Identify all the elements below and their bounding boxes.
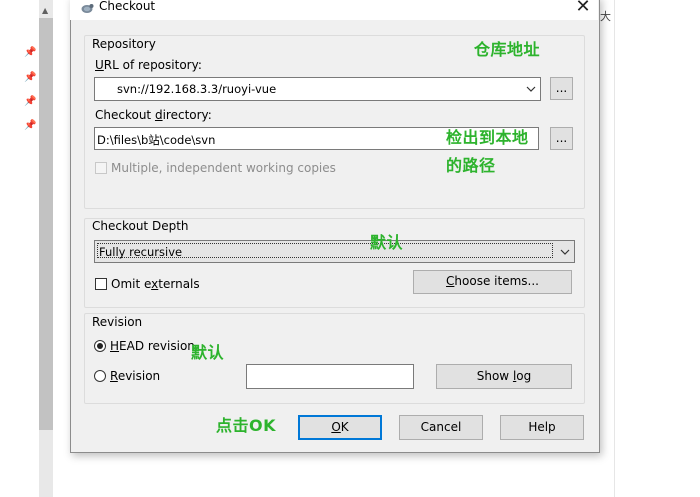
multiple-working-copies-label: Multiple, independent working copies: [111, 161, 336, 175]
choose-items-button[interactable]: Choose items...: [413, 270, 572, 294]
radio-selected-dot: [97, 343, 103, 349]
help-button[interactable]: Help: [500, 415, 584, 440]
repository-group-label: Repository: [92, 37, 156, 51]
annotation-default-revision: 默认: [191, 343, 225, 362]
ok-button[interactable]: OK: [298, 415, 382, 440]
checkout-directory-label: Checkout directory:: [95, 108, 212, 122]
url-label-rest: RL of repository:: [103, 58, 202, 72]
pin-icon[interactable]: 📌: [24, 97, 36, 107]
multiple-working-copies-checkbox[interactable]: [95, 162, 107, 174]
annotation-default-depth: 默认: [370, 233, 404, 252]
revision-label: Revision: [110, 369, 161, 383]
directory-browse-button[interactable]: ...: [550, 127, 573, 150]
checkout-depth-group-label: Checkout Depth: [92, 219, 189, 233]
head-revision-radio[interactable]: [94, 340, 106, 352]
background-scrollbar-thumb[interactable]: [39, 18, 53, 430]
scroll-up-arrow-icon[interactable]: ▲: [42, 6, 48, 15]
annotation-repo-address: 仓库地址: [474, 40, 541, 59]
url-combobox[interactable]: svn://192.168.3.3/ruoyi-vue: [94, 77, 541, 101]
close-icon: ✕: [575, 0, 591, 17]
revision-group-label: Revision: [92, 315, 143, 329]
annotation-checkout-path-line1: 检出到本地: [446, 128, 529, 147]
pin-icon[interactable]: 📌: [24, 48, 36, 58]
url-browse-button[interactable]: ...: [550, 77, 573, 100]
checkout-directory-value: D:\files\b站\code\svn: [97, 133, 216, 147]
chevron-down-icon[interactable]: [560, 247, 570, 257]
dialog-title: Checkout: [99, 0, 156, 13]
annotation-checkout-path-line2: 的路径: [446, 156, 496, 175]
tortoisesvn-icon: [81, 4, 94, 13]
revision-radio[interactable]: [94, 370, 106, 382]
omit-externals-checkbox[interactable]: [95, 278, 107, 290]
background-text: 大: [600, 10, 611, 23]
annotation-click-ok: 点击OK: [216, 416, 277, 435]
pin-icon[interactable]: 📌: [24, 121, 36, 131]
close-button[interactable]: ✕: [572, 0, 594, 17]
revision-group: [84, 313, 585, 404]
url-value: svn://192.168.3.3/ruoyi-vue: [117, 82, 277, 96]
cancel-button[interactable]: Cancel: [399, 415, 483, 440]
url-label: URL of repository:: [95, 58, 202, 72]
checkout-depth-value: Fully recursive: [99, 245, 183, 259]
head-revision-label: HEAD revision: [110, 339, 195, 353]
pin-icon[interactable]: 📌: [24, 73, 36, 83]
revision-input[interactable]: [246, 364, 414, 389]
show-log-button[interactable]: Show log: [436, 364, 572, 389]
background-divider: [614, 0, 615, 497]
checkout-depth-select[interactable]: Fully recursive: [94, 240, 575, 263]
chevron-down-icon[interactable]: [526, 84, 536, 94]
omit-externals-label: Omit externals: [111, 277, 200, 291]
